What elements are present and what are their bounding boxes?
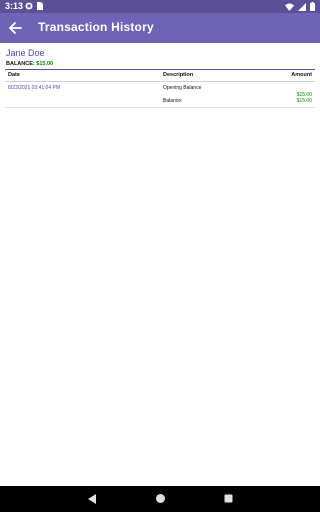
customer-name: Jane Doe xyxy=(6,48,45,58)
arrow-back-icon[interactable] xyxy=(6,19,24,37)
app-bar: Transaction History xyxy=(0,13,320,43)
transaction-date: 8/23/2021 03:41:04 PM xyxy=(8,85,60,91)
running-balance-amount: $15.00 xyxy=(296,98,312,104)
home-circle-icon[interactable] xyxy=(155,493,166,504)
column-header-date: Date xyxy=(8,72,20,78)
table-header: Date Description Amount xyxy=(0,72,320,81)
sd-card-icon xyxy=(37,2,43,10)
page-title: Transaction History xyxy=(38,20,154,34)
table-row[interactable]: 8/23/2021 03:41:04 PM Opening Balance $1… xyxy=(0,84,320,107)
back-triangle-icon[interactable] xyxy=(86,493,98,505)
status-left-icons xyxy=(25,2,43,10)
battery-icon xyxy=(310,2,315,11)
header-divider xyxy=(5,81,315,82)
row-divider xyxy=(5,107,315,108)
status-bar: 3:13 xyxy=(0,0,320,13)
transaction-description: Opening Balance xyxy=(163,85,202,91)
balance-value: $15.00 xyxy=(36,61,54,67)
section-divider xyxy=(5,68,315,70)
recents-square-icon[interactable] xyxy=(223,493,234,504)
transaction-history-content: Jane Doe BALANCE: $15.00 Date Descriptio… xyxy=(0,43,320,486)
running-balance-label: Balance: xyxy=(163,98,183,104)
notification-icon xyxy=(25,2,33,10)
signal-icon xyxy=(298,2,306,11)
balance-summary: BALANCE: $15.00 xyxy=(6,61,53,67)
status-time: 3:13 xyxy=(5,1,24,11)
balance-label: BALANCE: xyxy=(6,61,35,67)
column-header-amount: Amount xyxy=(291,72,312,78)
status-right-icons xyxy=(285,2,315,11)
column-header-description: Description xyxy=(163,72,194,78)
system-nav-bar xyxy=(0,486,320,512)
wifi-icon xyxy=(285,3,294,11)
